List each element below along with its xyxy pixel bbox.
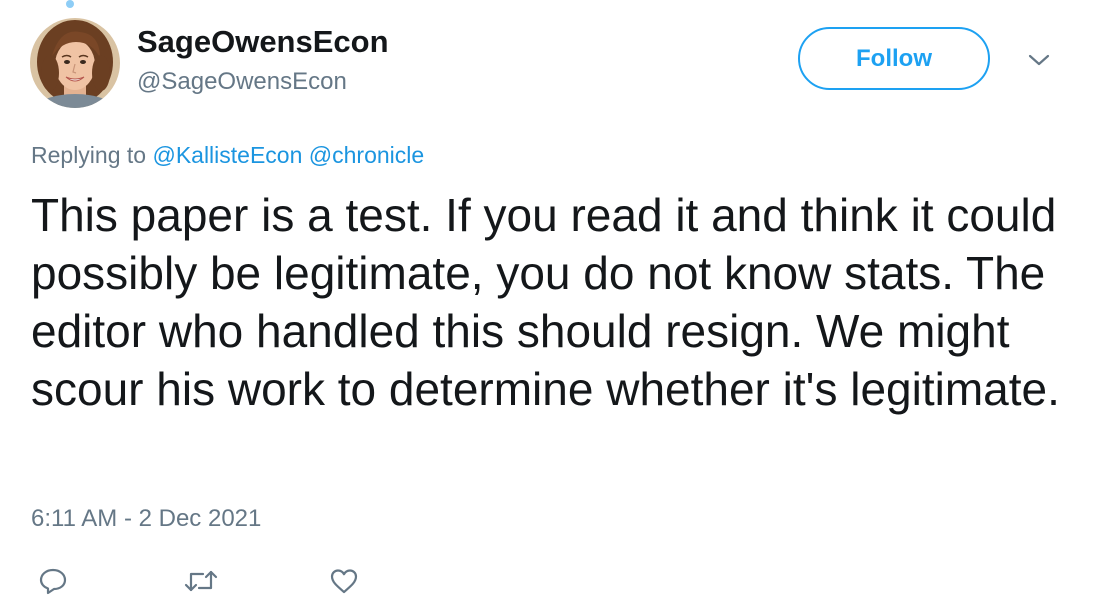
avatar-photo-icon bbox=[30, 18, 120, 108]
replying-to-label: Replying to bbox=[31, 142, 147, 168]
tweet-card: SageOwensEcon @SageOwensEcon Follow Repl… bbox=[0, 0, 1113, 609]
author-handle[interactable]: @SageOwensEcon bbox=[137, 68, 347, 96]
retweet-icon[interactable] bbox=[183, 566, 219, 596]
mention-link[interactable]: @chronicle bbox=[309, 142, 424, 168]
follow-button[interactable]: Follow bbox=[798, 27, 990, 90]
chevron-down-icon[interactable] bbox=[1026, 50, 1052, 70]
avatar[interactable] bbox=[30, 18, 120, 108]
like-icon[interactable] bbox=[329, 566, 359, 596]
reply-icon[interactable] bbox=[38, 566, 68, 596]
replying-to-line: Replying to @KallisteEcon @chronicle bbox=[31, 142, 424, 169]
notification-dot bbox=[66, 0, 74, 8]
author-display-name[interactable]: SageOwensEcon bbox=[137, 24, 389, 60]
tweet-text: This paper is a test. If you read it and… bbox=[31, 189, 1060, 415]
tweet-timestamp[interactable]: 6:11 AM - 2 Dec 2021 bbox=[31, 505, 261, 533]
mention-link[interactable]: @KallisteEcon bbox=[152, 142, 302, 168]
